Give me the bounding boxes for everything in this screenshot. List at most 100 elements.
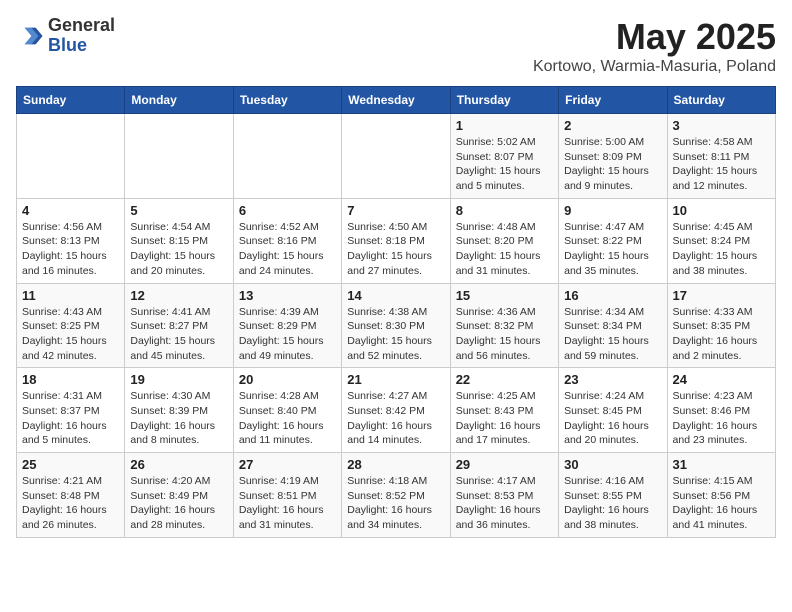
calendar-cell: 28 Sunrise: 4:18 AM Sunset: 8:52 PM Dayli… — [342, 453, 450, 538]
calendar-cell: 6 Sunrise: 4:52 AM Sunset: 8:16 PM Daylig… — [233, 198, 341, 283]
calendar-cell: 1 Sunrise: 5:02 AM Sunset: 8:07 PM Daylig… — [450, 114, 558, 199]
day-number: 11 — [22, 288, 119, 303]
calendar-cell: 9 Sunrise: 4:47 AM Sunset: 8:22 PM Daylig… — [559, 198, 667, 283]
day-number: 22 — [456, 372, 553, 387]
day-number: 3 — [673, 118, 770, 133]
day-detail: Sunrise: 4:56 AM Sunset: 8:13 PM Dayligh… — [22, 220, 119, 279]
calendar-cell: 17 Sunrise: 4:33 AM Sunset: 8:35 PM Dayli… — [667, 283, 775, 368]
week-row-4: 18Sunrise: 4:31 AM Sunset: 8:37 PM Dayli… — [17, 368, 776, 453]
calendar-cell: 14Sunrise: 4:38 AM Sunset: 8:30 PM Dayli… — [342, 283, 450, 368]
day-number: 16 — [564, 288, 661, 303]
day-detail: Sunrise: 4:52 AM Sunset: 8:16 PM Dayligh… — [239, 220, 336, 279]
calendar-cell: 19Sunrise: 4:30 AM Sunset: 8:39 PM Dayli… — [125, 368, 233, 453]
day-detail: Sunrise: 4:24 AM Sunset: 8:45 PM Dayligh… — [564, 389, 661, 448]
day-number: 7 — [347, 203, 444, 218]
day-number: 2 — [564, 118, 661, 133]
day-detail: Sunrise: 4:19 AM Sunset: 8:51 PM Dayligh… — [239, 474, 336, 533]
calendar-cell — [233, 114, 341, 199]
day-header-sunday: Sunday — [17, 87, 125, 114]
day-detail: Sunrise: 4:20 AM Sunset: 8:49 PM Dayligh… — [130, 474, 227, 533]
day-number: 26 — [130, 457, 227, 472]
day-detail: Sunrise: 4:16 AM Sunset: 8:55 PM Dayligh… — [564, 474, 661, 533]
calendar-cell: 5Sunrise: 4:54 AM Sunset: 8:15 PM Daylig… — [125, 198, 233, 283]
day-detail: Sunrise: 4:50 AM Sunset: 8:18 PM Dayligh… — [347, 220, 444, 279]
calendar-cell: 7 Sunrise: 4:50 AM Sunset: 8:18 PM Daylig… — [342, 198, 450, 283]
day-number: 28 — [347, 457, 444, 472]
days-header-row: SundayMondayTuesdayWednesdayThursdayFrid… — [17, 87, 776, 114]
day-detail: Sunrise: 4:25 AM Sunset: 8:43 PM Dayligh… — [456, 389, 553, 448]
day-detail: Sunrise: 4:47 AM Sunset: 8:22 PM Dayligh… — [564, 220, 661, 279]
calendar-cell — [342, 114, 450, 199]
day-detail: Sunrise: 4:18 AM Sunset: 8:52 PM Dayligh… — [347, 474, 444, 533]
calendar-cell: 31Sunrise: 4:15 AM Sunset: 8:56 PM Dayli… — [667, 453, 775, 538]
calendar-cell: 22 Sunrise: 4:25 AM Sunset: 8:43 PM Dayli… — [450, 368, 558, 453]
location: Kortowo, Warmia-Masuria, Poland — [533, 58, 776, 76]
day-detail: Sunrise: 4:31 AM Sunset: 8:37 PM Dayligh… — [22, 389, 119, 448]
calendar-cell — [125, 114, 233, 199]
calendar-cell: 25Sunrise: 4:21 AM Sunset: 8:48 PM Dayli… — [17, 453, 125, 538]
day-number: 1 — [456, 118, 553, 133]
day-header-wednesday: Wednesday — [342, 87, 450, 114]
day-detail: Sunrise: 5:00 AM Sunset: 8:09 PM Dayligh… — [564, 135, 661, 194]
calendar-cell: 13Sunrise: 4:39 AM Sunset: 8:29 PM Dayli… — [233, 283, 341, 368]
title-block: May 2025 Kortowo, Warmia-Masuria, Poland — [533, 16, 776, 76]
calendar-cell: 30 Sunrise: 4:16 AM Sunset: 8:55 PM Dayli… — [559, 453, 667, 538]
logo: General Blue — [16, 16, 115, 56]
week-row-3: 11 Sunrise: 4:43 AM Sunset: 8:25 PM Dayli… — [17, 283, 776, 368]
week-row-5: 25Sunrise: 4:21 AM Sunset: 8:48 PM Dayli… — [17, 453, 776, 538]
day-number: 12 — [130, 288, 227, 303]
day-header-saturday: Saturday — [667, 87, 775, 114]
day-number: 19 — [130, 372, 227, 387]
day-detail: Sunrise: 4:28 AM Sunset: 8:40 PM Dayligh… — [239, 389, 336, 448]
day-number: 27 — [239, 457, 336, 472]
day-number: 10 — [673, 203, 770, 218]
calendar-cell: 3 Sunrise: 4:58 AM Sunset: 8:11 PM Daylig… — [667, 114, 775, 199]
calendar-cell: 26 Sunrise: 4:20 AM Sunset: 8:49 PM Dayli… — [125, 453, 233, 538]
day-number: 5 — [130, 203, 227, 218]
day-header-tuesday: Tuesday — [233, 87, 341, 114]
calendar-cell: 21 Sunrise: 4:27 AM Sunset: 8:42 PM Dayli… — [342, 368, 450, 453]
calendar-cell: 27 Sunrise: 4:19 AM Sunset: 8:51 PM Dayli… — [233, 453, 341, 538]
calendar-cell: 10 Sunrise: 4:45 AM Sunset: 8:24 PM Dayli… — [667, 198, 775, 283]
day-detail: Sunrise: 4:23 AM Sunset: 8:46 PM Dayligh… — [673, 389, 770, 448]
calendar-cell: 29 Sunrise: 4:17 AM Sunset: 8:53 PM Dayli… — [450, 453, 558, 538]
day-number: 8 — [456, 203, 553, 218]
calendar-cell: 12Sunrise: 4:41 AM Sunset: 8:27 PM Dayli… — [125, 283, 233, 368]
day-number: 9 — [564, 203, 661, 218]
day-detail: Sunrise: 4:15 AM Sunset: 8:56 PM Dayligh… — [673, 474, 770, 533]
calendar-cell: 16 Sunrise: 4:34 AM Sunset: 8:34 PM Dayli… — [559, 283, 667, 368]
calendar-cell: 18Sunrise: 4:31 AM Sunset: 8:37 PM Dayli… — [17, 368, 125, 453]
day-detail: Sunrise: 4:45 AM Sunset: 8:24 PM Dayligh… — [673, 220, 770, 279]
week-row-2: 4 Sunrise: 4:56 AM Sunset: 8:13 PM Daylig… — [17, 198, 776, 283]
day-number: 30 — [564, 457, 661, 472]
day-detail: Sunrise: 4:17 AM Sunset: 8:53 PM Dayligh… — [456, 474, 553, 533]
day-detail: Sunrise: 4:38 AM Sunset: 8:30 PM Dayligh… — [347, 305, 444, 364]
day-number: 15 — [456, 288, 553, 303]
calendar-cell: 20 Sunrise: 4:28 AM Sunset: 8:40 PM Dayli… — [233, 368, 341, 453]
day-number: 21 — [347, 372, 444, 387]
day-detail: Sunrise: 4:33 AM Sunset: 8:35 PM Dayligh… — [673, 305, 770, 364]
page-header: General Blue May 2025 Kortowo, Warmia-Ma… — [16, 16, 776, 76]
day-number: 4 — [22, 203, 119, 218]
day-detail: Sunrise: 4:58 AM Sunset: 8:11 PM Dayligh… — [673, 135, 770, 194]
day-header-thursday: Thursday — [450, 87, 558, 114]
day-detail: Sunrise: 4:27 AM Sunset: 8:42 PM Dayligh… — [347, 389, 444, 448]
day-number: 24 — [673, 372, 770, 387]
calendar-cell: 24 Sunrise: 4:23 AM Sunset: 8:46 PM Dayli… — [667, 368, 775, 453]
day-header-friday: Friday — [559, 87, 667, 114]
day-detail: Sunrise: 4:34 AM Sunset: 8:34 PM Dayligh… — [564, 305, 661, 364]
week-row-1: 1 Sunrise: 5:02 AM Sunset: 8:07 PM Daylig… — [17, 114, 776, 199]
day-number: 6 — [239, 203, 336, 218]
day-detail: Sunrise: 4:21 AM Sunset: 8:48 PM Dayligh… — [22, 474, 119, 533]
day-number: 29 — [456, 457, 553, 472]
day-number: 17 — [673, 288, 770, 303]
calendar-cell — [17, 114, 125, 199]
day-detail: Sunrise: 4:43 AM Sunset: 8:25 PM Dayligh… — [22, 305, 119, 364]
day-number: 20 — [239, 372, 336, 387]
calendar-cell: 4 Sunrise: 4:56 AM Sunset: 8:13 PM Daylig… — [17, 198, 125, 283]
day-detail: Sunrise: 4:48 AM Sunset: 8:20 PM Dayligh… — [456, 220, 553, 279]
month-title: May 2025 — [533, 16, 776, 58]
calendar-table: SundayMondayTuesdayWednesdayThursdayFrid… — [16, 86, 776, 538]
day-detail: Sunrise: 5:02 AM Sunset: 8:07 PM Dayligh… — [456, 135, 553, 194]
day-number: 23 — [564, 372, 661, 387]
